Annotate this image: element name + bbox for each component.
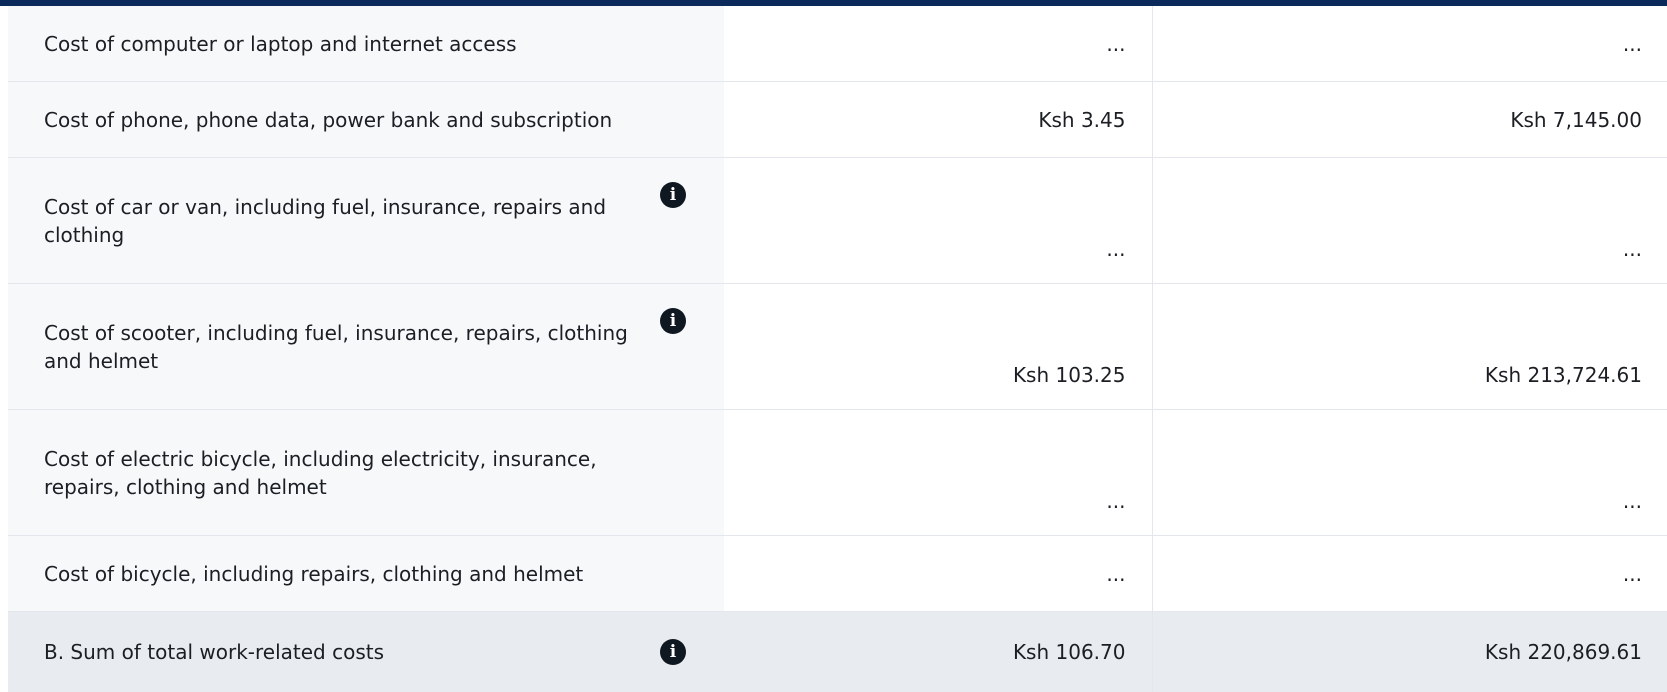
info-circle-icon[interactable]: i	[660, 639, 686, 665]
row-label: Cost of computer or laptop and internet …	[8, 30, 724, 58]
work-related-costs-table: Cost of computer or laptop and internet …	[8, 6, 1667, 692]
monthly-value: ...	[724, 410, 1152, 536]
row-label-cell: Cost of bicycle, including repairs, clot…	[8, 536, 724, 612]
table-row: Cost of scooter, including fuel, insuran…	[8, 284, 1667, 410]
monthly-value: Ksh 103.25	[724, 284, 1152, 410]
yearly-value: Ksh 213,724.61	[1152, 284, 1667, 410]
monthly-value: ...	[724, 536, 1152, 612]
total-yearly-value: Ksh 220,869.61	[1152, 612, 1667, 692]
table-row: Cost of bicycle, including repairs, clot…	[8, 536, 1667, 612]
yearly-value: Ksh 7,145.00	[1152, 82, 1667, 158]
cost-breakdown-panel: Cost of computer or laptop and internet …	[0, 0, 1667, 620]
table-row: Cost of car or van, including fuel, insu…	[8, 158, 1667, 284]
yearly-value: ...	[1152, 6, 1667, 82]
row-label-cell: Cost of phone, phone data, power bank an…	[8, 82, 724, 158]
row-label: Cost of phone, phone data, power bank an…	[8, 106, 724, 134]
monthly-value: ...	[724, 6, 1152, 82]
row-label-cell: Cost of computer or laptop and internet …	[8, 6, 724, 82]
total-label: B. Sum of total work-related costs	[8, 638, 724, 666]
row-label: Cost of electric bicycle, including elec…	[8, 445, 724, 501]
yearly-value: ...	[1152, 410, 1667, 536]
yearly-value: ...	[1152, 536, 1667, 612]
row-label: Cost of scooter, including fuel, insuran…	[8, 319, 724, 375]
table-row: Cost of electric bicycle, including elec…	[8, 410, 1667, 536]
row-label-cell: Cost of electric bicycle, including elec…	[8, 410, 724, 536]
row-label-cell: Cost of car or van, including fuel, insu…	[8, 158, 724, 284]
row-label: Cost of bicycle, including repairs, clot…	[8, 560, 724, 588]
monthly-value: ...	[724, 158, 1152, 284]
total-label-cell: B. Sum of total work-related costs i	[8, 612, 724, 692]
table-row: Cost of phone, phone data, power bank an…	[8, 82, 1667, 158]
table-row: Cost of computer or laptop and internet …	[8, 6, 1667, 82]
yearly-value: ...	[1152, 158, 1667, 284]
row-label: Cost of car or van, including fuel, insu…	[8, 193, 724, 249]
info-circle-icon[interactable]: i	[660, 182, 686, 208]
total-monthly-value: Ksh 106.70	[724, 612, 1152, 692]
info-circle-icon[interactable]: i	[660, 308, 686, 334]
row-label-cell: Cost of scooter, including fuel, insuran…	[8, 284, 724, 410]
monthly-value: Ksh 3.45	[724, 82, 1152, 158]
total-row: B. Sum of total work-related costs i Ksh…	[8, 612, 1667, 692]
